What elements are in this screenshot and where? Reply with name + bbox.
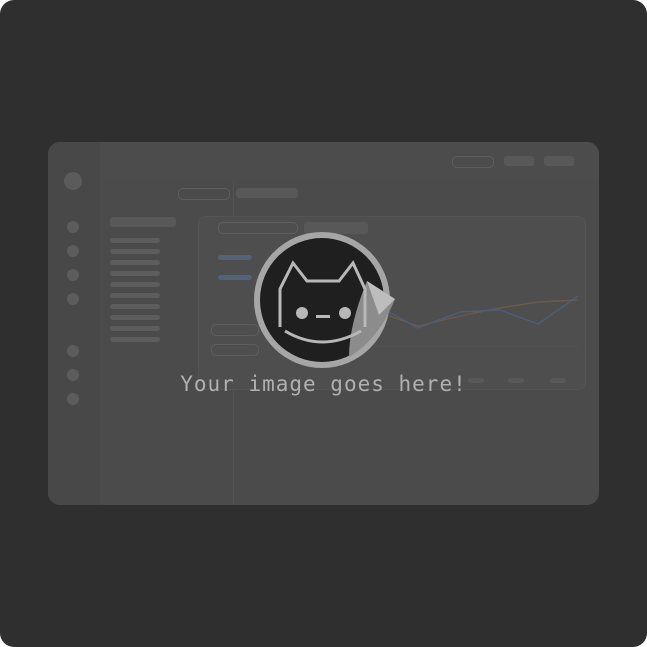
preview-top-button: [544, 156, 574, 166]
preview-text-line: [110, 282, 160, 287]
preview-nav-dot: [67, 269, 79, 281]
preview-top-button: [504, 156, 534, 166]
preview-search-pill: [452, 156, 494, 168]
cat-eye-right: [339, 307, 351, 319]
placeholder-caption: Your image goes here!: [180, 372, 467, 396]
preview-text-line: [110, 293, 160, 298]
preview-avatar: [64, 172, 82, 190]
preview-nav-dot: [67, 345, 79, 357]
cat-mouth: [316, 315, 330, 318]
preview-blue-line: [218, 255, 252, 260]
preview-heading-block: [110, 217, 176, 227]
preview-text-line: [110, 326, 160, 331]
preview-text-line: [110, 260, 160, 265]
preview-tab-pill: [178, 188, 230, 200]
cat-sticker-icon: [254, 232, 395, 368]
preview-sidebar: [48, 142, 100, 505]
preview-text-line: [110, 271, 160, 276]
placeholder-frame: Your image goes here!: [0, 0, 647, 647]
preview-tab-block: [236, 188, 298, 198]
preview-nav-dot: [67, 293, 79, 305]
preview-text-line: [110, 238, 160, 243]
preview-text-line: [110, 337, 160, 342]
preview-text-line: [110, 249, 160, 254]
preview-nav-dot: [67, 245, 79, 257]
cat-eye-left: [296, 307, 308, 319]
preview-text-line: [110, 315, 160, 320]
preview-blue-line: [218, 275, 252, 280]
preview-text-line: [110, 304, 160, 309]
preview-nav-dot: [67, 221, 79, 233]
